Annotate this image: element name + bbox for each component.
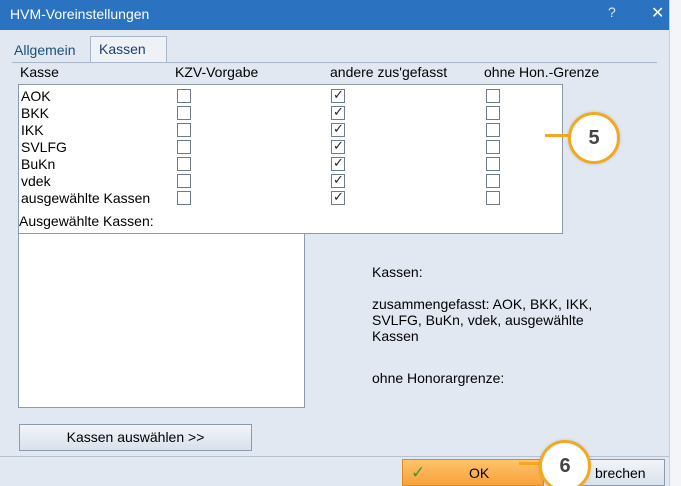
ok-button-label: OK	[469, 465, 490, 481]
selected-kassen-list[interactable]	[18, 233, 305, 408]
checkbox-bukn-ohne[interactable]	[486, 157, 500, 171]
check-mark-icon: ✓	[333, 138, 344, 153]
checkbox-svlfg-kzv[interactable]	[177, 140, 191, 154]
row-label-bukn: BuKn	[21, 156, 56, 172]
tab-kassen[interactable]: Kassen	[90, 36, 167, 62]
callout-badge-6: 6	[539, 440, 591, 486]
checkbox-bukn-kzv[interactable]	[177, 157, 191, 171]
check-mark-icon: ✓	[333, 155, 344, 170]
info-heading: Kassen:	[372, 264, 423, 280]
checkbox-ikk-ohne[interactable]	[486, 123, 500, 137]
column-header-andere: andere zus'gefasst	[330, 64, 448, 80]
checkbox-svlfg-ohne[interactable]	[486, 140, 500, 154]
tab-allgemein[interactable]: Allgemein	[10, 38, 88, 62]
checkbox-vdek-andere[interactable]: ✓	[331, 172, 345, 188]
row-label-ausgewaehlte: ausgewählte Kassen	[21, 190, 151, 206]
checkbox-aok-ohne[interactable]	[486, 89, 500, 103]
info-zusammengefasst-line2: SVLFG, BuKn, vdek, ausgewählte	[372, 312, 584, 328]
selected-kassen-label: Ausgewählte Kassen:	[19, 213, 154, 229]
checkbox-vdek-ohne[interactable]	[486, 174, 500, 188]
row-label-ikk: IKK	[21, 122, 44, 138]
title-bar: HVM-Voreinstellungen ? ✕	[0, 0, 669, 30]
checkbox-ausgewaehlte-andere[interactable]: ✓	[331, 189, 345, 205]
column-header-ohne: ohne Hon.-Grenze	[484, 64, 600, 80]
window-title: HVM-Voreinstellungen	[10, 6, 150, 22]
checkbox-vdek-kzv[interactable]	[177, 174, 191, 188]
check-mark-icon: ✓	[333, 87, 344, 102]
row-label-vdek: vdek	[21, 173, 51, 189]
check-mark-icon: ✓	[333, 189, 344, 204]
row-label-aok: AOK	[21, 88, 51, 104]
help-icon[interactable]: ?	[608, 4, 616, 20]
kassen-auswaehlen-button[interactable]: Kassen auswählen >>	[19, 424, 252, 451]
checkbox-ausgewaehlte-kzv[interactable]	[177, 191, 191, 205]
row-label-bkk: BKK	[21, 105, 50, 121]
check-mark-icon: ✓	[333, 121, 344, 136]
checkbox-aok-andere[interactable]: ✓	[331, 87, 345, 103]
checkbox-bkk-kzv[interactable]	[177, 106, 191, 120]
column-header-kasse: Kasse	[20, 64, 59, 80]
background-right	[670, 0, 681, 486]
row-label-svlfg: SVLFG	[21, 139, 67, 155]
checkbox-ausgewaehlte-ohne[interactable]	[486, 191, 500, 205]
callout-line-6	[519, 462, 541, 465]
checkbox-svlfg-andere[interactable]: ✓	[331, 138, 345, 154]
callout-badge-5: 5	[568, 112, 620, 164]
checkbox-bkk-ohne[interactable]	[486, 106, 500, 120]
dialog-window: HVM-Voreinstellungen ? ✕ Allgemein Kasse…	[0, 0, 670, 486]
check-icon: ✓	[411, 463, 426, 482]
cancel-button-label: brechen	[595, 465, 646, 481]
kassen-list[interactable]: AOK ✓ BKK ✓ IKK ✓ SVLFG ✓ BuKn ✓ vdek ✓ …	[18, 84, 563, 234]
checkbox-ikk-andere[interactable]: ✓	[331, 121, 345, 137]
info-ohne-grenze: ohne Honorargrenze:	[372, 370, 505, 386]
check-mark-icon: ✓	[333, 172, 344, 187]
checkbox-ikk-kzv[interactable]	[177, 123, 191, 137]
info-zusammengefasst-line1: zusammengefasst: AOK, BKK, IKK,	[372, 296, 593, 312]
info-zusammengefasst-line3: Kassen	[372, 328, 419, 344]
checkbox-bukn-andere[interactable]: ✓	[331, 155, 345, 171]
close-icon[interactable]: ✕	[651, 3, 664, 23]
checkbox-aok-kzv[interactable]	[177, 89, 191, 103]
checkbox-bkk-andere[interactable]: ✓	[331, 104, 345, 120]
column-header-kzv: KZV-Vorgabe	[175, 64, 259, 80]
callout-line-5	[545, 134, 569, 137]
check-mark-icon: ✓	[333, 104, 344, 119]
